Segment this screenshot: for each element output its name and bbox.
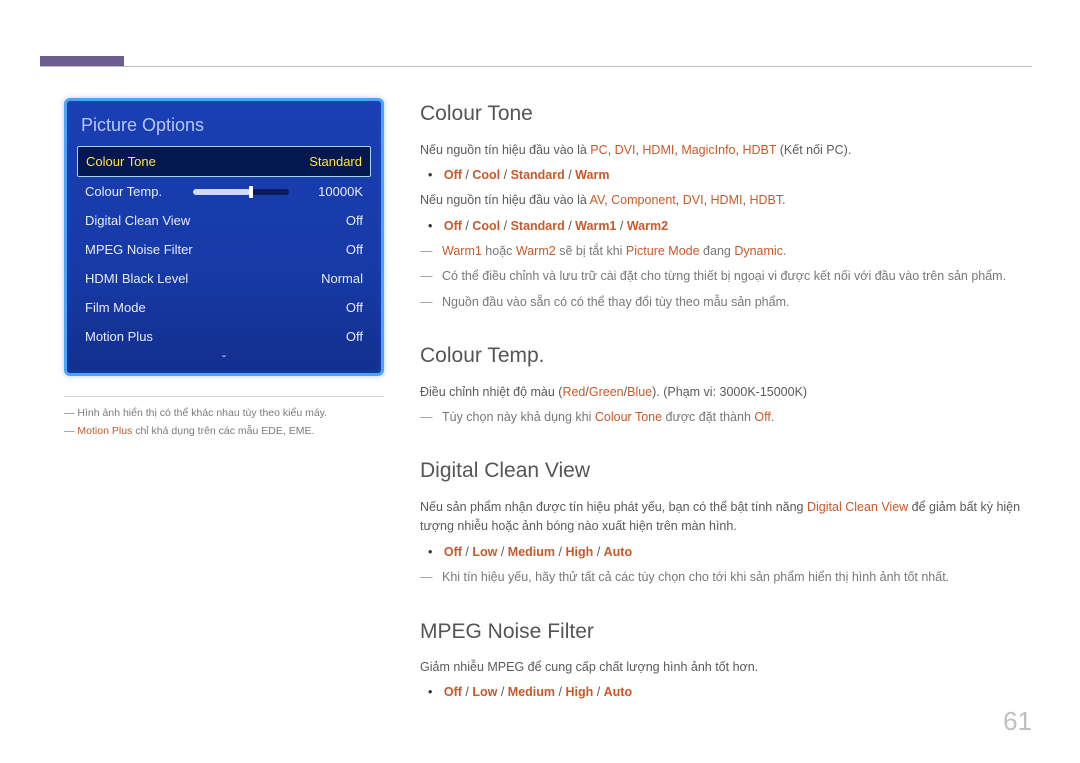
osd-label: Motion Plus [85,329,299,344]
osd-label: Colour Temp. [85,184,193,199]
note: Warm1 hoặc Warm2 sẽ bị tắt khi Picture M… [420,242,1032,261]
option-list: Off / Low / Medium / High / Auto [442,683,1032,702]
osd-value: Standard [298,154,362,169]
osd-label: Digital Clean View [85,213,299,228]
note: Tùy chọn này khả dụng khi Colour Tone đư… [420,408,1032,427]
osd-label: Colour Tone [86,154,298,169]
header-rule [40,66,1032,67]
section-tab-marker [40,56,124,66]
osd-row-colour-tone[interactable]: Colour Tone Standard [77,146,371,177]
page: Picture Options Colour Tone Standard Col… [0,0,1080,763]
body-text: Giảm nhiễu MPEG để cung cấp chất lượng h… [420,658,1032,677]
osd-value: Off [299,329,363,344]
osd-row-film-mode[interactable]: Film Mode Off [77,293,371,322]
osd-value: Off [299,300,363,315]
osd-row-motion-plus[interactable]: Motion Plus Off [77,322,371,351]
body-text: Nếu nguồn tín hiệu đầu vào là AV, Compon… [420,191,1032,210]
osd-row-colour-temp[interactable]: Colour Temp. 10000K [77,177,371,206]
chevron-down-icon[interactable]: ˇ [77,351,371,367]
body-text: Nếu sản phẩm nhận được tín hiệu phát yếu… [420,498,1032,537]
heading: Colour Tone [420,98,1032,131]
section-colour-temp: Colour Temp. Điều chỉnh nhiệt độ màu (Re… [420,340,1032,427]
heading: MPEG Noise Filter [420,616,1032,649]
footnote: ― Hình ảnh hiển thị có thể khác nhau tùy… [64,407,384,419]
note: Nguồn đầu vào sẵn có có thể thay đổi tùy… [420,293,1032,312]
section-mpeg-noise-filter: MPEG Noise Filter Giảm nhiễu MPEG để cun… [420,616,1032,703]
osd-label: HDMI Black Level [85,271,299,286]
footnote: ― Motion Plus chỉ khả dụng trên các mẫu … [64,425,384,437]
osd-footnotes: ― Hình ảnh hiển thị có thể khác nhau tùy… [64,396,384,437]
page-number: 61 [1003,706,1032,737]
osd-value: Normal [299,271,363,286]
right-column: Colour Tone Nếu nguồn tín hiệu đầu vào l… [420,98,1032,709]
option-list: Off / Cool / Standard / Warm1 / Warm2 [442,217,1032,236]
left-column: Picture Options Colour Tone Standard Col… [64,98,384,709]
osd-value: Off [299,242,363,257]
section-digital-clean-view: Digital Clean View Nếu sản phẩm nhận đượ… [420,455,1032,587]
osd-row-hdmi-black-level[interactable]: HDMI Black Level Normal [77,264,371,293]
osd-row-mpeg-noise-filter[interactable]: MPEG Noise Filter Off [77,235,371,264]
osd-panel: Picture Options Colour Tone Standard Col… [64,98,384,376]
osd-label: Film Mode [85,300,299,315]
osd-title: Picture Options [77,111,371,146]
section-colour-tone: Colour Tone Nếu nguồn tín hiệu đầu vào l… [420,98,1032,312]
option-list: Off / Low / Medium / High / Auto [442,543,1032,562]
heading: Digital Clean View [420,455,1032,488]
osd-slider[interactable] [193,189,289,195]
osd-label: MPEG Noise Filter [85,242,299,257]
note: Có thể điều chỉnh và lưu trữ cài đặt cho… [420,267,1032,286]
content-columns: Picture Options Colour Tone Standard Col… [64,56,1032,709]
option-list: Off / Cool / Standard / Warm [442,166,1032,185]
heading: Colour Temp. [420,340,1032,373]
osd-row-digital-clean-view[interactable]: Digital Clean View Off [77,206,371,235]
body-text: Nếu nguồn tín hiệu đầu vào là PC, DVI, H… [420,141,1032,160]
osd-value: Off [299,213,363,228]
osd-value: 10000K [299,184,363,199]
note: Khi tín hiệu yếu, hãy thử tất cả các tùy… [420,568,1032,587]
body-text: Điều chỉnh nhiệt độ màu (Red/Green/Blue)… [420,383,1032,402]
